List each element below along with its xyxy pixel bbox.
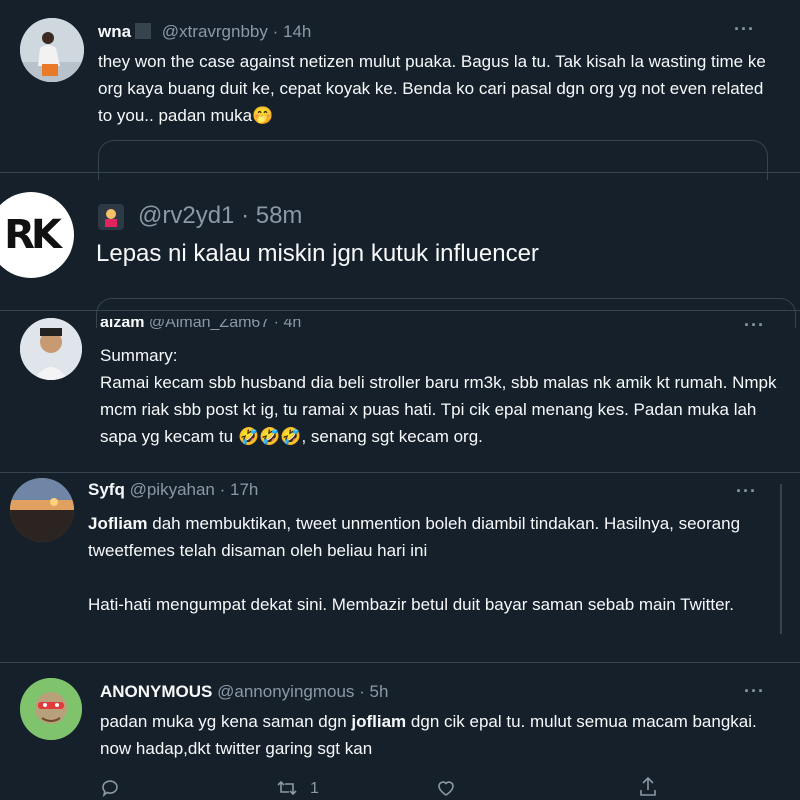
tweet-header: @rv2yd1 · 58m <box>138 202 302 230</box>
tweet-header: Syfq @pikyahan · 17h <box>88 480 258 500</box>
tweet-text-part: padan muka yg kena saman dgn <box>100 712 352 731</box>
timestamp[interactable]: · 58m <box>241 202 302 229</box>
logo: RK <box>4 212 62 258</box>
more-options-icon[interactable]: ··· <box>744 316 765 334</box>
handle[interactable]: @annonyingmous <box>217 682 354 701</box>
more-options-icon[interactable]: ··· <box>734 20 755 38</box>
more-options-icon[interactable]: ··· <box>744 682 765 700</box>
retweet-count: 1 <box>310 780 319 797</box>
tweet-header: aizam @Aiman_Zam67 · 4h <box>100 319 302 332</box>
emoji-avatar-icon <box>98 204 124 230</box>
tweet-text-paragraph: Hati-hati mengumpat dekat sini. Membazir… <box>88 595 734 614</box>
more-options-icon[interactable]: ··· <box>736 482 757 500</box>
tweet-header: ANONYMOUS @annonyingmous · 5h <box>100 682 388 702</box>
handle[interactable]: @xtravrgnbby <box>162 22 268 41</box>
tweet-text: they won the case against netizen mulut … <box>98 52 766 125</box>
avatar[interactable] <box>10 478 74 542</box>
handle[interactable]: @pikyahan <box>130 480 215 499</box>
display-name[interactable]: aizam <box>100 319 144 331</box>
display-name[interactable]: Syfq <box>88 480 125 499</box>
tweet-text: Lepas ni kalau miskin jgn kutuk influenc… <box>96 240 539 267</box>
timestamp[interactable]: · 5h <box>359 682 388 701</box>
tweet-text: padan muka yg kena saman dgn jofliam dgn… <box>100 708 780 762</box>
tweet-text-part: dah membuktikan, tweet unmention boleh d… <box>88 514 741 560</box>
avatar[interactable] <box>20 318 82 380</box>
tweet-1[interactable]: wna @xtravrgnbby · 14h ··· they won the … <box>0 0 800 180</box>
handle[interactable]: @rv2yd1 <box>138 202 234 229</box>
avatar[interactable]: RK <box>0 192 74 278</box>
tweet-2[interactable]: RK @rv2yd1 · 58m Lepas ni kalau miskin j… <box>0 172 800 328</box>
avatar[interactable] <box>20 18 84 82</box>
reply-icon[interactable] <box>100 778 120 798</box>
share-icon[interactable] <box>638 776 658 798</box>
tweet-5[interactable]: ANONYMOUS @annonyingmous · 5h ··· padan … <box>0 662 800 800</box>
handle[interactable]: @Aiman_Zam67 <box>149 319 269 331</box>
tweet-4[interactable]: Syfq @pikyahan · 17h ··· Jofliam dah mem… <box>0 472 800 662</box>
retweet-icon[interactable] <box>276 778 298 798</box>
like-icon[interactable] <box>436 778 456 798</box>
timestamp[interactable]: · 4h <box>274 319 302 331</box>
flag-icon <box>135 23 152 39</box>
tweet-header: wna @xtravrgnbby · 14h <box>98 22 311 42</box>
timestamp[interactable]: · 14h <box>273 22 312 41</box>
scrollbar[interactable] <box>780 484 782 634</box>
display-name[interactable]: wna <box>98 22 131 41</box>
tweet-3[interactable]: aizam @Aiman_Zam67 · 4h ··· Summary: Ram… <box>0 310 800 472</box>
timestamp[interactable]: · 17h <box>220 480 259 499</box>
mention-link[interactable]: jofliam <box>351 712 406 731</box>
tweet-actions: 1 <box>102 776 680 800</box>
display-name[interactable]: ANONYMOUS <box>100 682 212 701</box>
tweet-text: Summary: Ramai kecam sbb husband dia bel… <box>100 346 777 446</box>
avatar[interactable] <box>20 678 82 740</box>
mention-link[interactable]: Jofliam <box>88 514 148 533</box>
tweet-text: Jofliam dah membuktikan, tweet unmention… <box>88 510 768 618</box>
